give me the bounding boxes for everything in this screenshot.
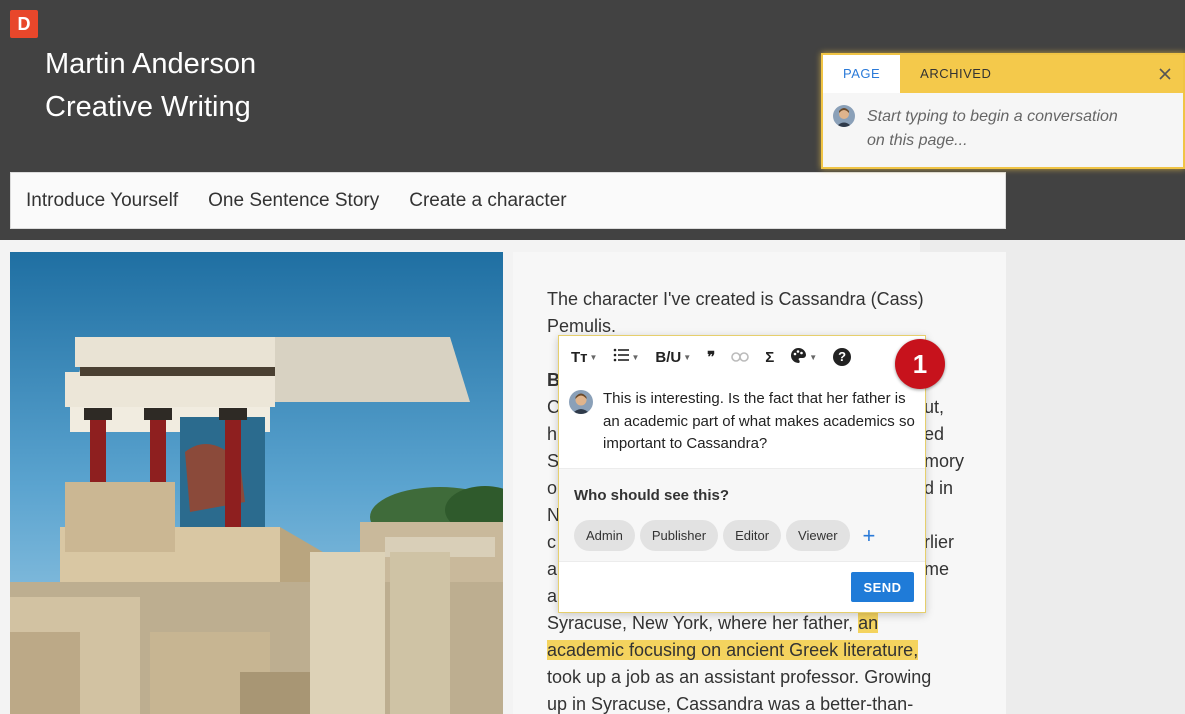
help-icon: ? (833, 348, 852, 366)
bold-italic-underline-button[interactable]: B/U ▼ (655, 336, 691, 378)
audience-chip-admin[interactable]: Admin (574, 520, 635, 551)
body-text: Syracuse, New York, where her father, (547, 613, 859, 633)
avatar (569, 390, 593, 414)
audience-chip-viewer[interactable]: Viewer (786, 520, 850, 551)
close-icon[interactable] (1155, 64, 1175, 84)
hero-image (10, 252, 503, 714)
comment-number-badge: 1 (895, 339, 945, 389)
body-line-4: up in Syracuse, Cassandra was a better-t… (547, 694, 914, 714)
palette-icon (790, 347, 807, 368)
nav-item-introduce-yourself[interactable]: Introduce Yourself (26, 190, 178, 212)
nav-item-create-a-character[interactable]: Create a character (409, 190, 566, 212)
audience-chip-publisher[interactable]: Publisher (639, 520, 719, 551)
audience-chip-editor[interactable]: Editor (723, 520, 782, 551)
paragraph-body: Syracuse, New York, where her father, an… (547, 610, 977, 714)
send-button[interactable]: SEND (851, 572, 914, 602)
site-title-line1: Martin Anderson (45, 48, 257, 80)
list-icon (613, 348, 630, 366)
paragraph-intro: The character I've created is Cassandra … (547, 286, 967, 340)
hidden-line: mory (924, 451, 964, 471)
tab-page[interactable]: PAGE (823, 55, 901, 93)
comment-tabs: PAGE ARCHIVED (823, 55, 1183, 93)
sigma-button[interactable]: Σ (765, 336, 774, 378)
site-title-line2: Creative Writing (45, 91, 251, 123)
hidden-line: ut, (924, 397, 945, 417)
navigation-bar: Introduce Yourself One Sentence Story Cr… (10, 172, 1006, 229)
body-line-2: academic focusing on ancient Greek liter… (547, 637, 977, 664)
sigma-icon: Σ (765, 348, 775, 366)
comment-placeholder: Start typing to begin a conversation on … (867, 108, 1118, 149)
body-line-3: took up a job as an assistant professor.… (547, 667, 932, 687)
audience-label: Who should see this? (574, 487, 730, 504)
page-comment-panel: PAGE ARCHIVED Start typing to begin a co… (821, 53, 1185, 169)
comment-text: This is interesting. Is the fact that he… (603, 390, 915, 452)
quote-icon: ❞ (707, 349, 716, 366)
comment-popup: Tт ▼ ▼ B/U ▼ ❞ Σ ▼ ? This is interesting. … (558, 335, 926, 613)
audience-selector: Who should see this? Admin Publisher Edi… (559, 468, 925, 562)
hidden-line: d in (924, 478, 954, 498)
hidden-text-right-top: ut, ed mory d in (924, 394, 984, 502)
comment-composer[interactable]: Start typing to begin a conversation on … (823, 93, 1183, 153)
hidden-text-right-bottom: rlier me (924, 529, 984, 583)
intro-line-1: The character I've created is Cassandra … (547, 289, 924, 309)
hidden-line: rlier (924, 532, 954, 552)
text-style-icon: Tт (571, 348, 588, 366)
app-logo[interactable]: D (10, 10, 38, 38)
help-button[interactable]: ? (833, 336, 852, 378)
highlighted-text[interactable]: an (858, 613, 879, 633)
avatar (833, 105, 855, 127)
quote-button[interactable]: ❞ (707, 336, 715, 378)
text-style-button[interactable]: Tт ▼ (571, 336, 597, 378)
list-button[interactable]: ▼ (613, 336, 639, 378)
editor-toolbar: Tт ▼ ▼ B/U ▼ ❞ Σ ▼ ? (559, 336, 925, 378)
hidden-line: ed (924, 424, 945, 444)
format-icon: B/U (655, 348, 682, 366)
link-icon (731, 349, 750, 366)
color-palette-button[interactable]: ▼ (790, 336, 817, 378)
link-button[interactable] (731, 336, 750, 378)
body-line-1: Syracuse, New York, where her father, an (547, 610, 977, 637)
nav-item-one-sentence-story[interactable]: One Sentence Story (208, 190, 379, 212)
add-audience-button[interactable]: + (863, 520, 876, 551)
audience-chips: Admin Publisher Editor Viewer + (574, 520, 875, 551)
highlighted-text[interactable]: academic focusing on ancient Greek liter… (547, 640, 919, 660)
hidden-line: me (924, 559, 950, 579)
tab-archived[interactable]: ARCHIVED (900, 55, 1011, 93)
